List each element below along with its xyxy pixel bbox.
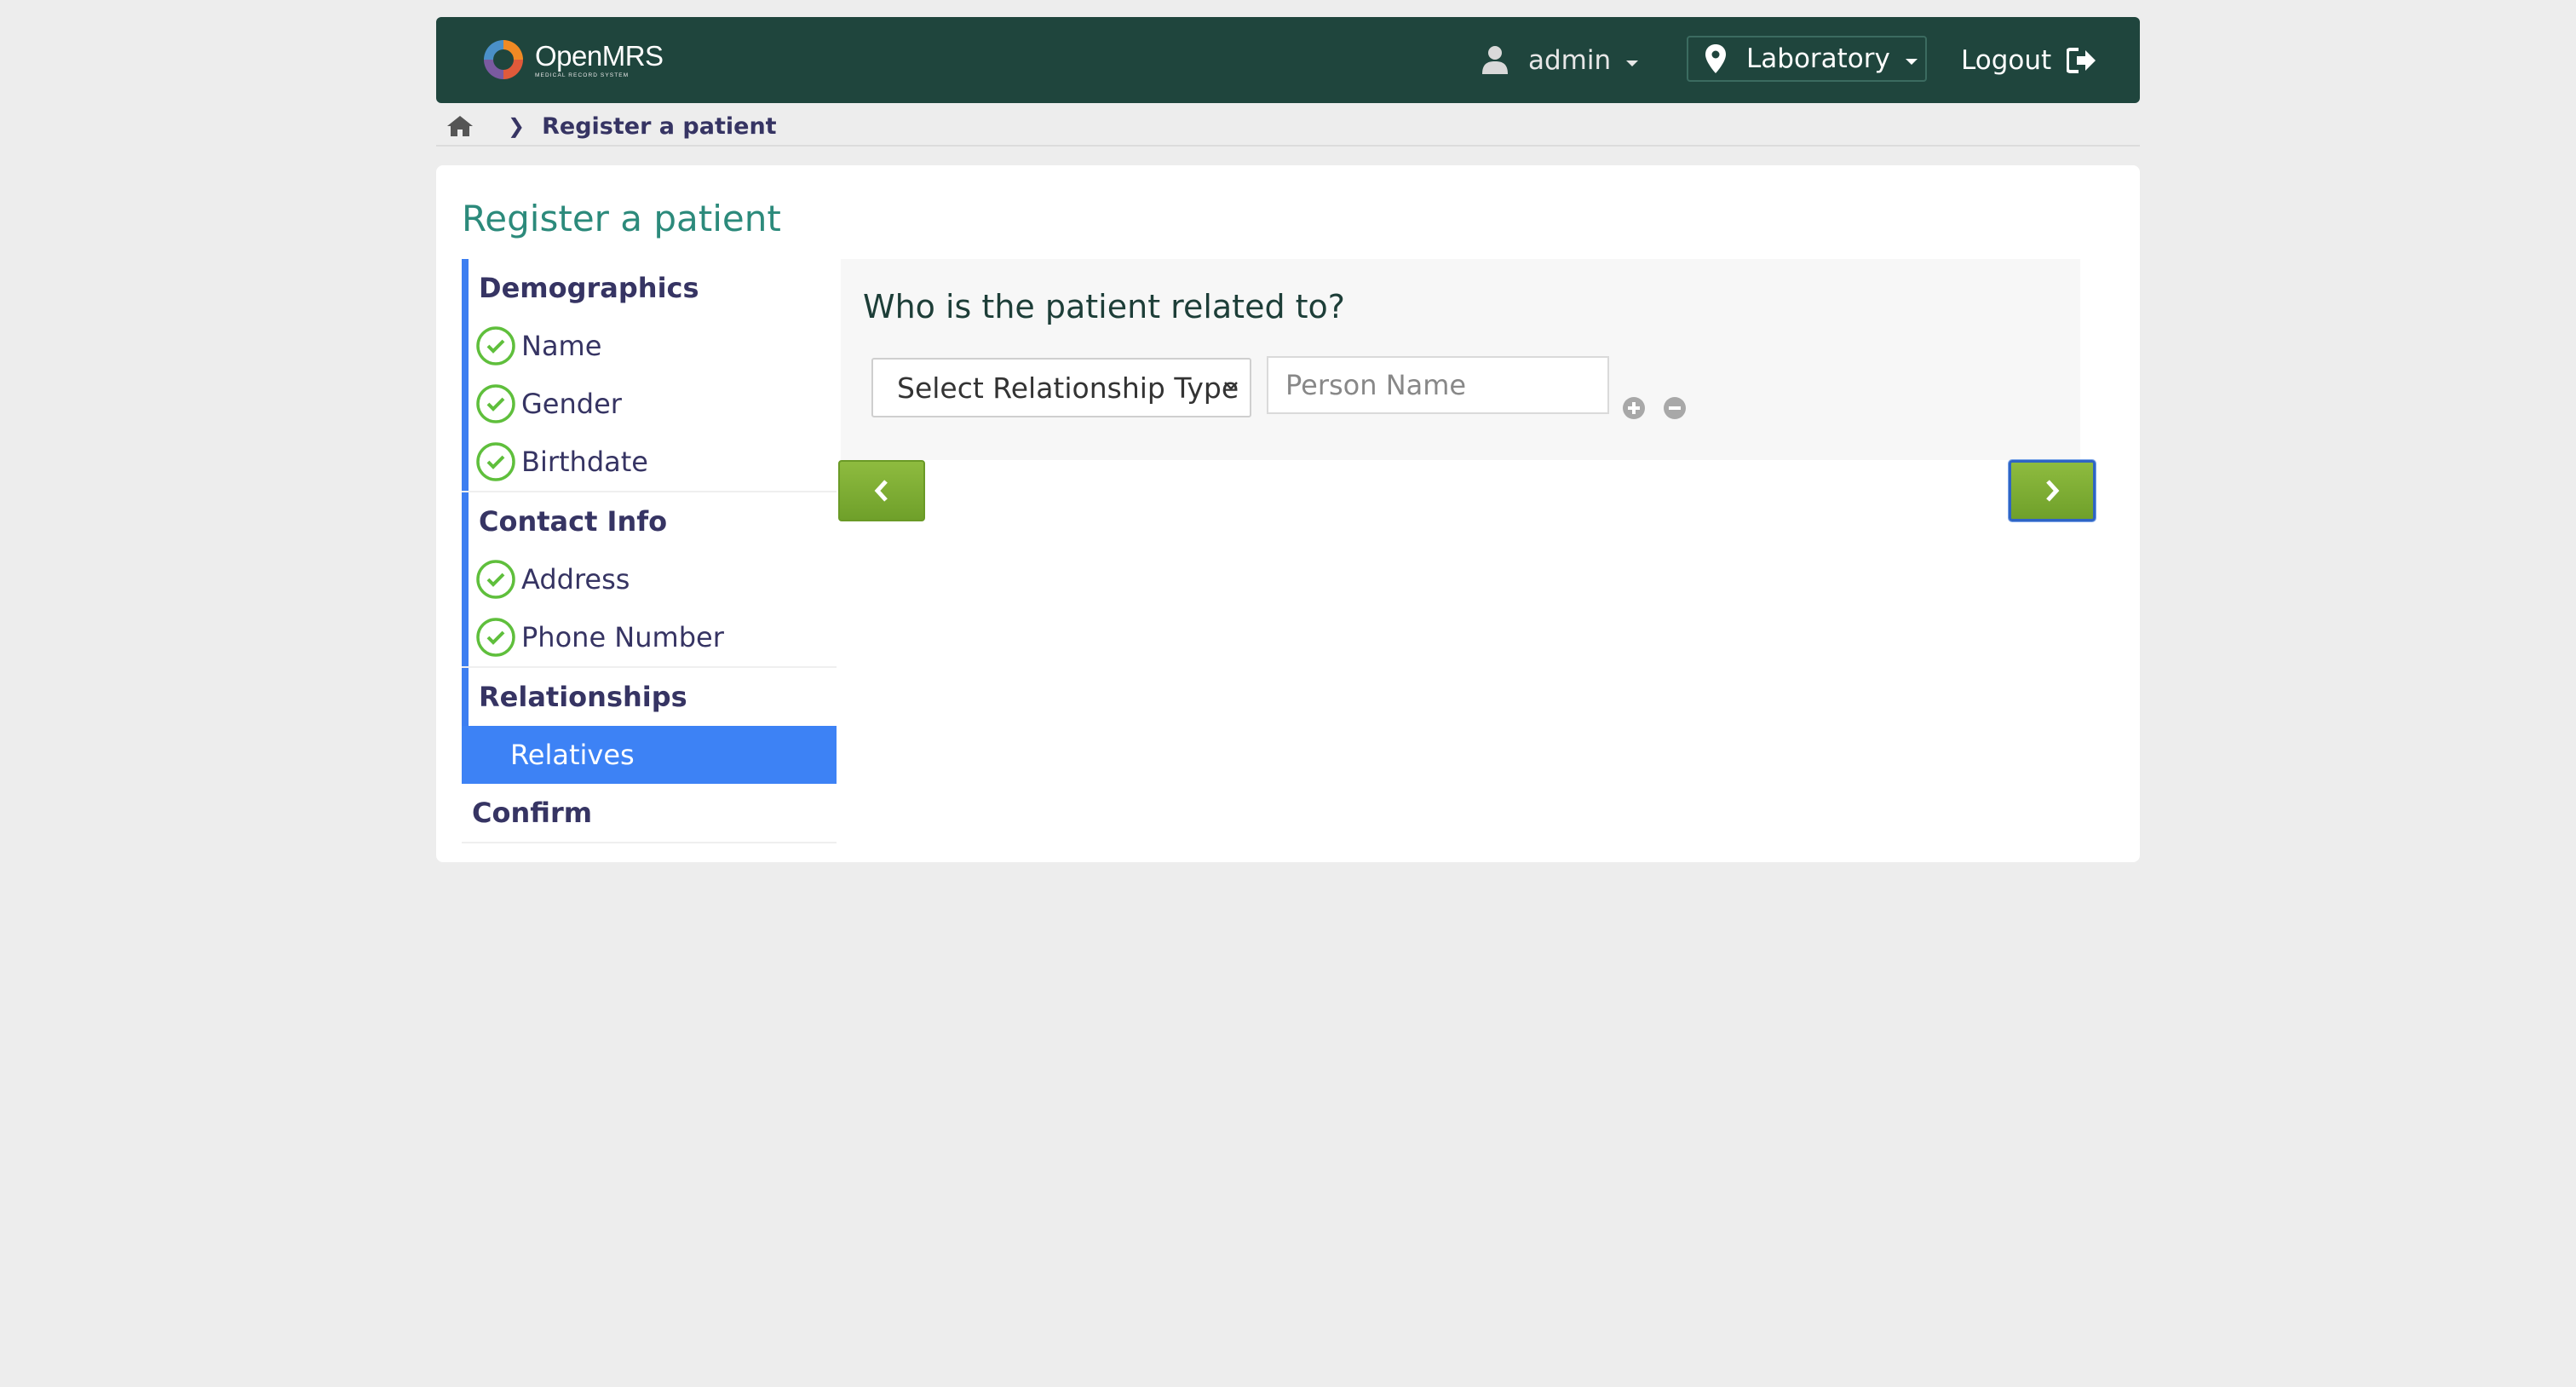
nav-section-label[interactable]: Confirm (462, 784, 837, 842)
relationship-type-selected: Select Relationship Type (897, 371, 1239, 405)
user-menu[interactable]: admin (1482, 41, 1639, 80)
chevron-down-icon (1224, 382, 1238, 390)
question-label: Who is the patient related to? (863, 288, 1345, 325)
location-name: Laboratory (1746, 43, 1890, 74)
registration-card: Register a patient Demographics Name Gen… (436, 165, 2140, 862)
breadcrumb-current: Register a patient (542, 112, 777, 140)
nav-item-relatives[interactable]: Relatives (462, 726, 837, 784)
registration-steps-nav: Demographics Name Gender Birthdate Conta… (462, 259, 837, 843)
check-circle-icon (476, 560, 515, 599)
map-marker-icon (1705, 44, 1726, 73)
openmrs-logo[interactable]: OpenMRS MEDICAL RECORD SYSTEM (480, 36, 664, 83)
nav-section-confirm: Confirm (462, 784, 837, 842)
breadcrumb-chevron-icon: ❯ (508, 114, 526, 138)
chevron-down-icon (1905, 58, 1918, 65)
logo-name: OpenMRS (535, 39, 664, 72)
nav-item-label: Phone Number (521, 621, 724, 653)
logout-link[interactable]: Logout (1961, 41, 2097, 80)
logout-icon (2067, 48, 2096, 73)
nav-item-label: Relatives (510, 739, 635, 771)
chevron-left-icon (874, 480, 888, 502)
nav-section-contact-info: Contact Info Address Phone Number (462, 492, 837, 666)
chevron-right-icon (2046, 480, 2060, 502)
person-name-placeholder: Person Name (1285, 369, 1467, 401)
user-name: admin (1528, 45, 1612, 76)
nav-section-label[interactable]: Relationships (469, 668, 837, 726)
nav-section-label[interactable]: Demographics (469, 259, 837, 317)
nav-section-relationships: Relationships Relatives (462, 668, 837, 784)
page-title: Register a patient (462, 198, 781, 239)
person-name-input[interactable]: Person Name (1267, 356, 1609, 414)
nav-item-birthdate[interactable]: Birthdate (469, 433, 837, 491)
check-circle-icon (476, 384, 515, 423)
nav-item-label: Gender (521, 388, 622, 420)
logo-tagline: MEDICAL RECORD SYSTEM (535, 72, 630, 78)
nav-item-label: Birthdate (521, 446, 648, 478)
logout-label: Logout (1961, 45, 2052, 76)
top-header: OpenMRS MEDICAL RECORD SYSTEM admin Labo… (436, 17, 2140, 103)
check-circle-icon (476, 442, 515, 481)
plus-circle-icon[interactable] (1623, 397, 1645, 419)
nav-item-phone-number[interactable]: Phone Number (469, 608, 837, 666)
next-button[interactable] (2009, 460, 2096, 521)
minus-circle-icon[interactable] (1664, 397, 1686, 419)
nav-item-label: Address (521, 563, 630, 596)
check-circle-icon (476, 618, 515, 657)
relationship-question-panel: Who is the patient related to? Select Re… (841, 259, 2080, 460)
nav-divider (462, 842, 837, 843)
nav-item-name[interactable]: Name (469, 317, 837, 375)
breadcrumb-divider (436, 145, 2140, 147)
home-icon[interactable] (446, 115, 474, 137)
previous-button[interactable] (838, 460, 925, 521)
user-icon (1482, 46, 1508, 74)
nav-section-demographics: Demographics Name Gender Birthdate (462, 259, 837, 491)
location-menu[interactable]: Laboratory (1687, 36, 1927, 82)
breadcrumb: ❯ Register a patient (446, 109, 777, 143)
openmrs-logo-icon (484, 40, 523, 79)
check-circle-icon (476, 326, 515, 365)
relationship-type-select[interactable]: Select Relationship Type (871, 358, 1251, 417)
nav-item-label: Name (521, 330, 602, 362)
nav-item-gender[interactable]: Gender (469, 375, 837, 433)
nav-item-address[interactable]: Address (469, 550, 837, 608)
chevron-down-icon (1626, 60, 1639, 66)
nav-section-label[interactable]: Contact Info (469, 492, 837, 550)
